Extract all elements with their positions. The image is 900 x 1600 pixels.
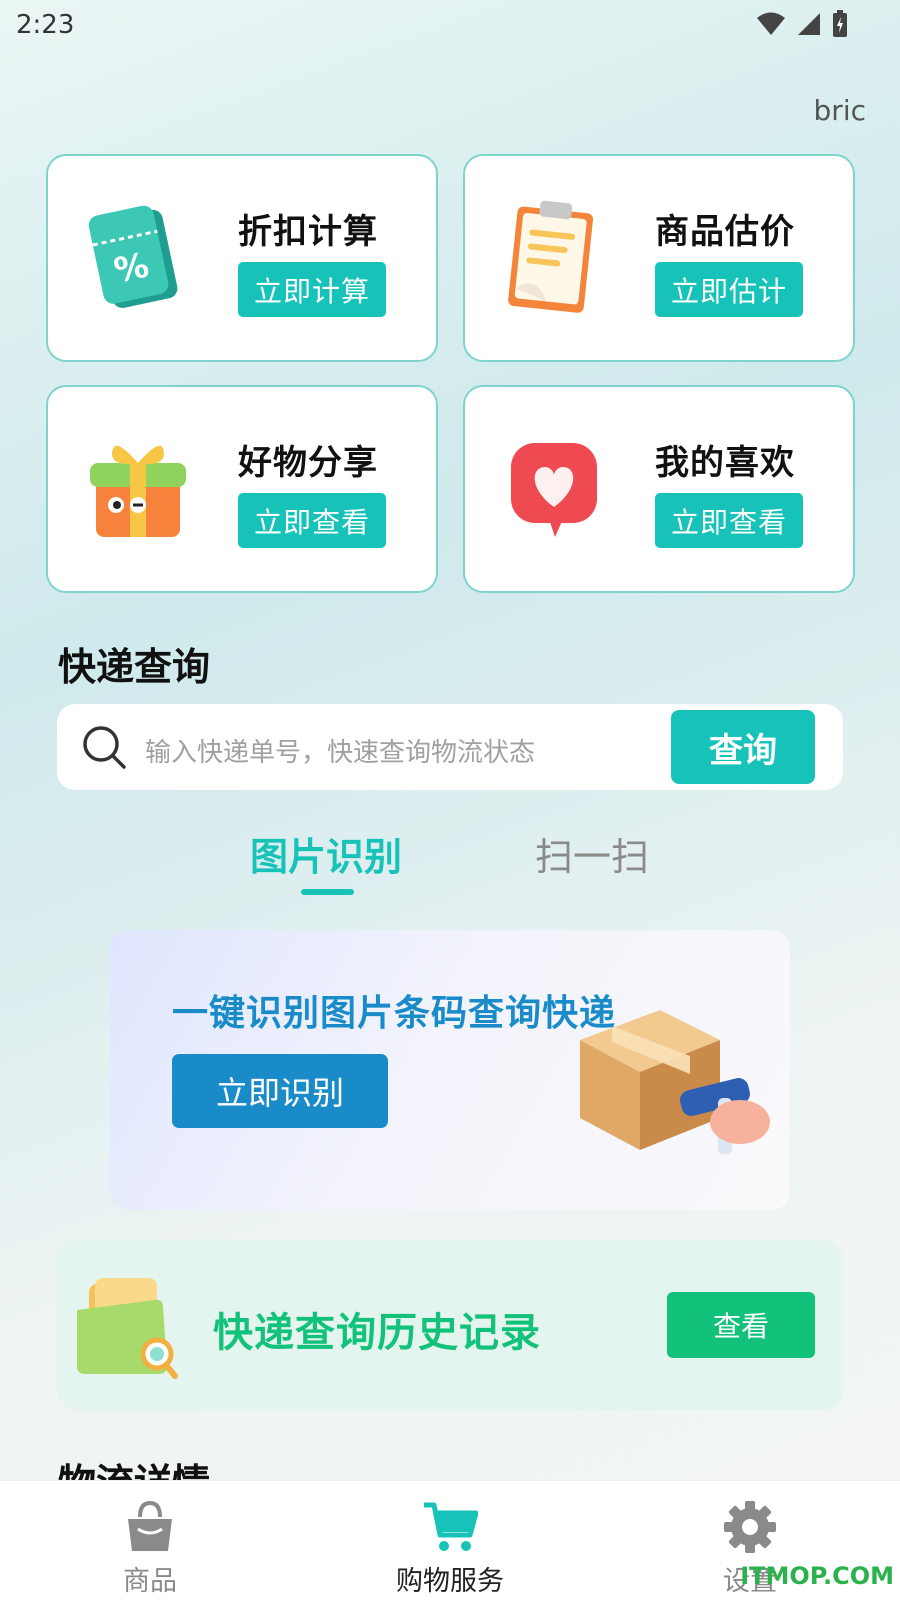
wifi-icon xyxy=(757,12,785,35)
nav-label-products: 商品 xyxy=(123,1566,177,1597)
query-button[interactable]: 查询 xyxy=(671,710,815,784)
tracking-search-box[interactable]: 输入快递单号，快速查询物流状态 查询 xyxy=(57,704,843,790)
estimate-button[interactable]: 立即估计 xyxy=(655,262,803,317)
recognize-button[interactable]: 立即识别 xyxy=(172,1054,388,1128)
user-name: bric xyxy=(813,94,866,127)
recognition-banner: 一键识别图片条码查询快递 立即识别 xyxy=(110,930,790,1210)
battery-icon xyxy=(833,10,847,37)
feature-card-discount[interactable]: % 折扣计算 立即计算 xyxy=(46,154,438,362)
tab-scan[interactable]: 扫一扫 xyxy=(535,826,649,881)
nav-item-shopping-service[interactable]: 购物服务 xyxy=(300,1481,600,1600)
express-section-title: 快递查询 xyxy=(58,645,211,689)
feature-card-favorites[interactable]: 我的喜欢 立即查看 xyxy=(463,385,855,593)
bottom-nav: 商品 购物服务 设置 ITMOP.COM xyxy=(0,1480,900,1600)
view-favorites-button[interactable]: 立即查看 xyxy=(655,493,803,548)
signal-icon xyxy=(798,13,820,35)
tab-image-recognition[interactable]: 图片识别 xyxy=(250,826,402,881)
view-history-button[interactable]: 查看 xyxy=(667,1292,815,1358)
banner-headline: 一键识别图片条码查询快递 xyxy=(172,993,617,1034)
gift-box-icon xyxy=(90,445,186,537)
history-card[interactable]: 快递查询历史记录 查看 xyxy=(57,1240,843,1410)
discount-ticket-icon: % xyxy=(88,205,178,308)
feature-title: 折扣计算 xyxy=(238,212,378,252)
nav-item-products[interactable]: 商品 xyxy=(0,1481,300,1600)
heart-bubble-icon xyxy=(511,443,597,537)
feature-title: 商品估价 xyxy=(655,212,795,252)
clipboard-icon xyxy=(508,200,594,313)
shopping-bag-icon xyxy=(128,1500,172,1551)
feature-card-share[interactable]: 好物分享 立即查看 xyxy=(46,385,438,593)
tracking-number-input[interactable]: 输入快递单号，快速查询物流状态 xyxy=(145,732,535,769)
watermark: ITMOP.COM xyxy=(740,1562,894,1590)
gear-icon xyxy=(724,1501,776,1553)
history-title: 快递查询历史记录 xyxy=(213,1310,541,1356)
status-icons xyxy=(756,10,848,38)
feature-card-valuation[interactable]: 商品估价 立即估计 xyxy=(463,154,855,362)
shopping-cart-icon xyxy=(424,1502,478,1551)
active-tab-indicator xyxy=(301,889,354,895)
search-icon xyxy=(83,726,126,769)
status-bar: 2:23 xyxy=(0,0,900,50)
feature-title: 好物分享 xyxy=(238,443,378,483)
feature-title: 我的喜欢 xyxy=(655,443,795,483)
view-share-button[interactable]: 立即查看 xyxy=(238,493,386,548)
status-time: 2:23 xyxy=(16,10,75,40)
calculate-button[interactable]: 立即计算 xyxy=(238,262,386,317)
folder-search-icon xyxy=(77,1278,178,1379)
nav-label-shopping-service: 购物服务 xyxy=(396,1566,504,1597)
